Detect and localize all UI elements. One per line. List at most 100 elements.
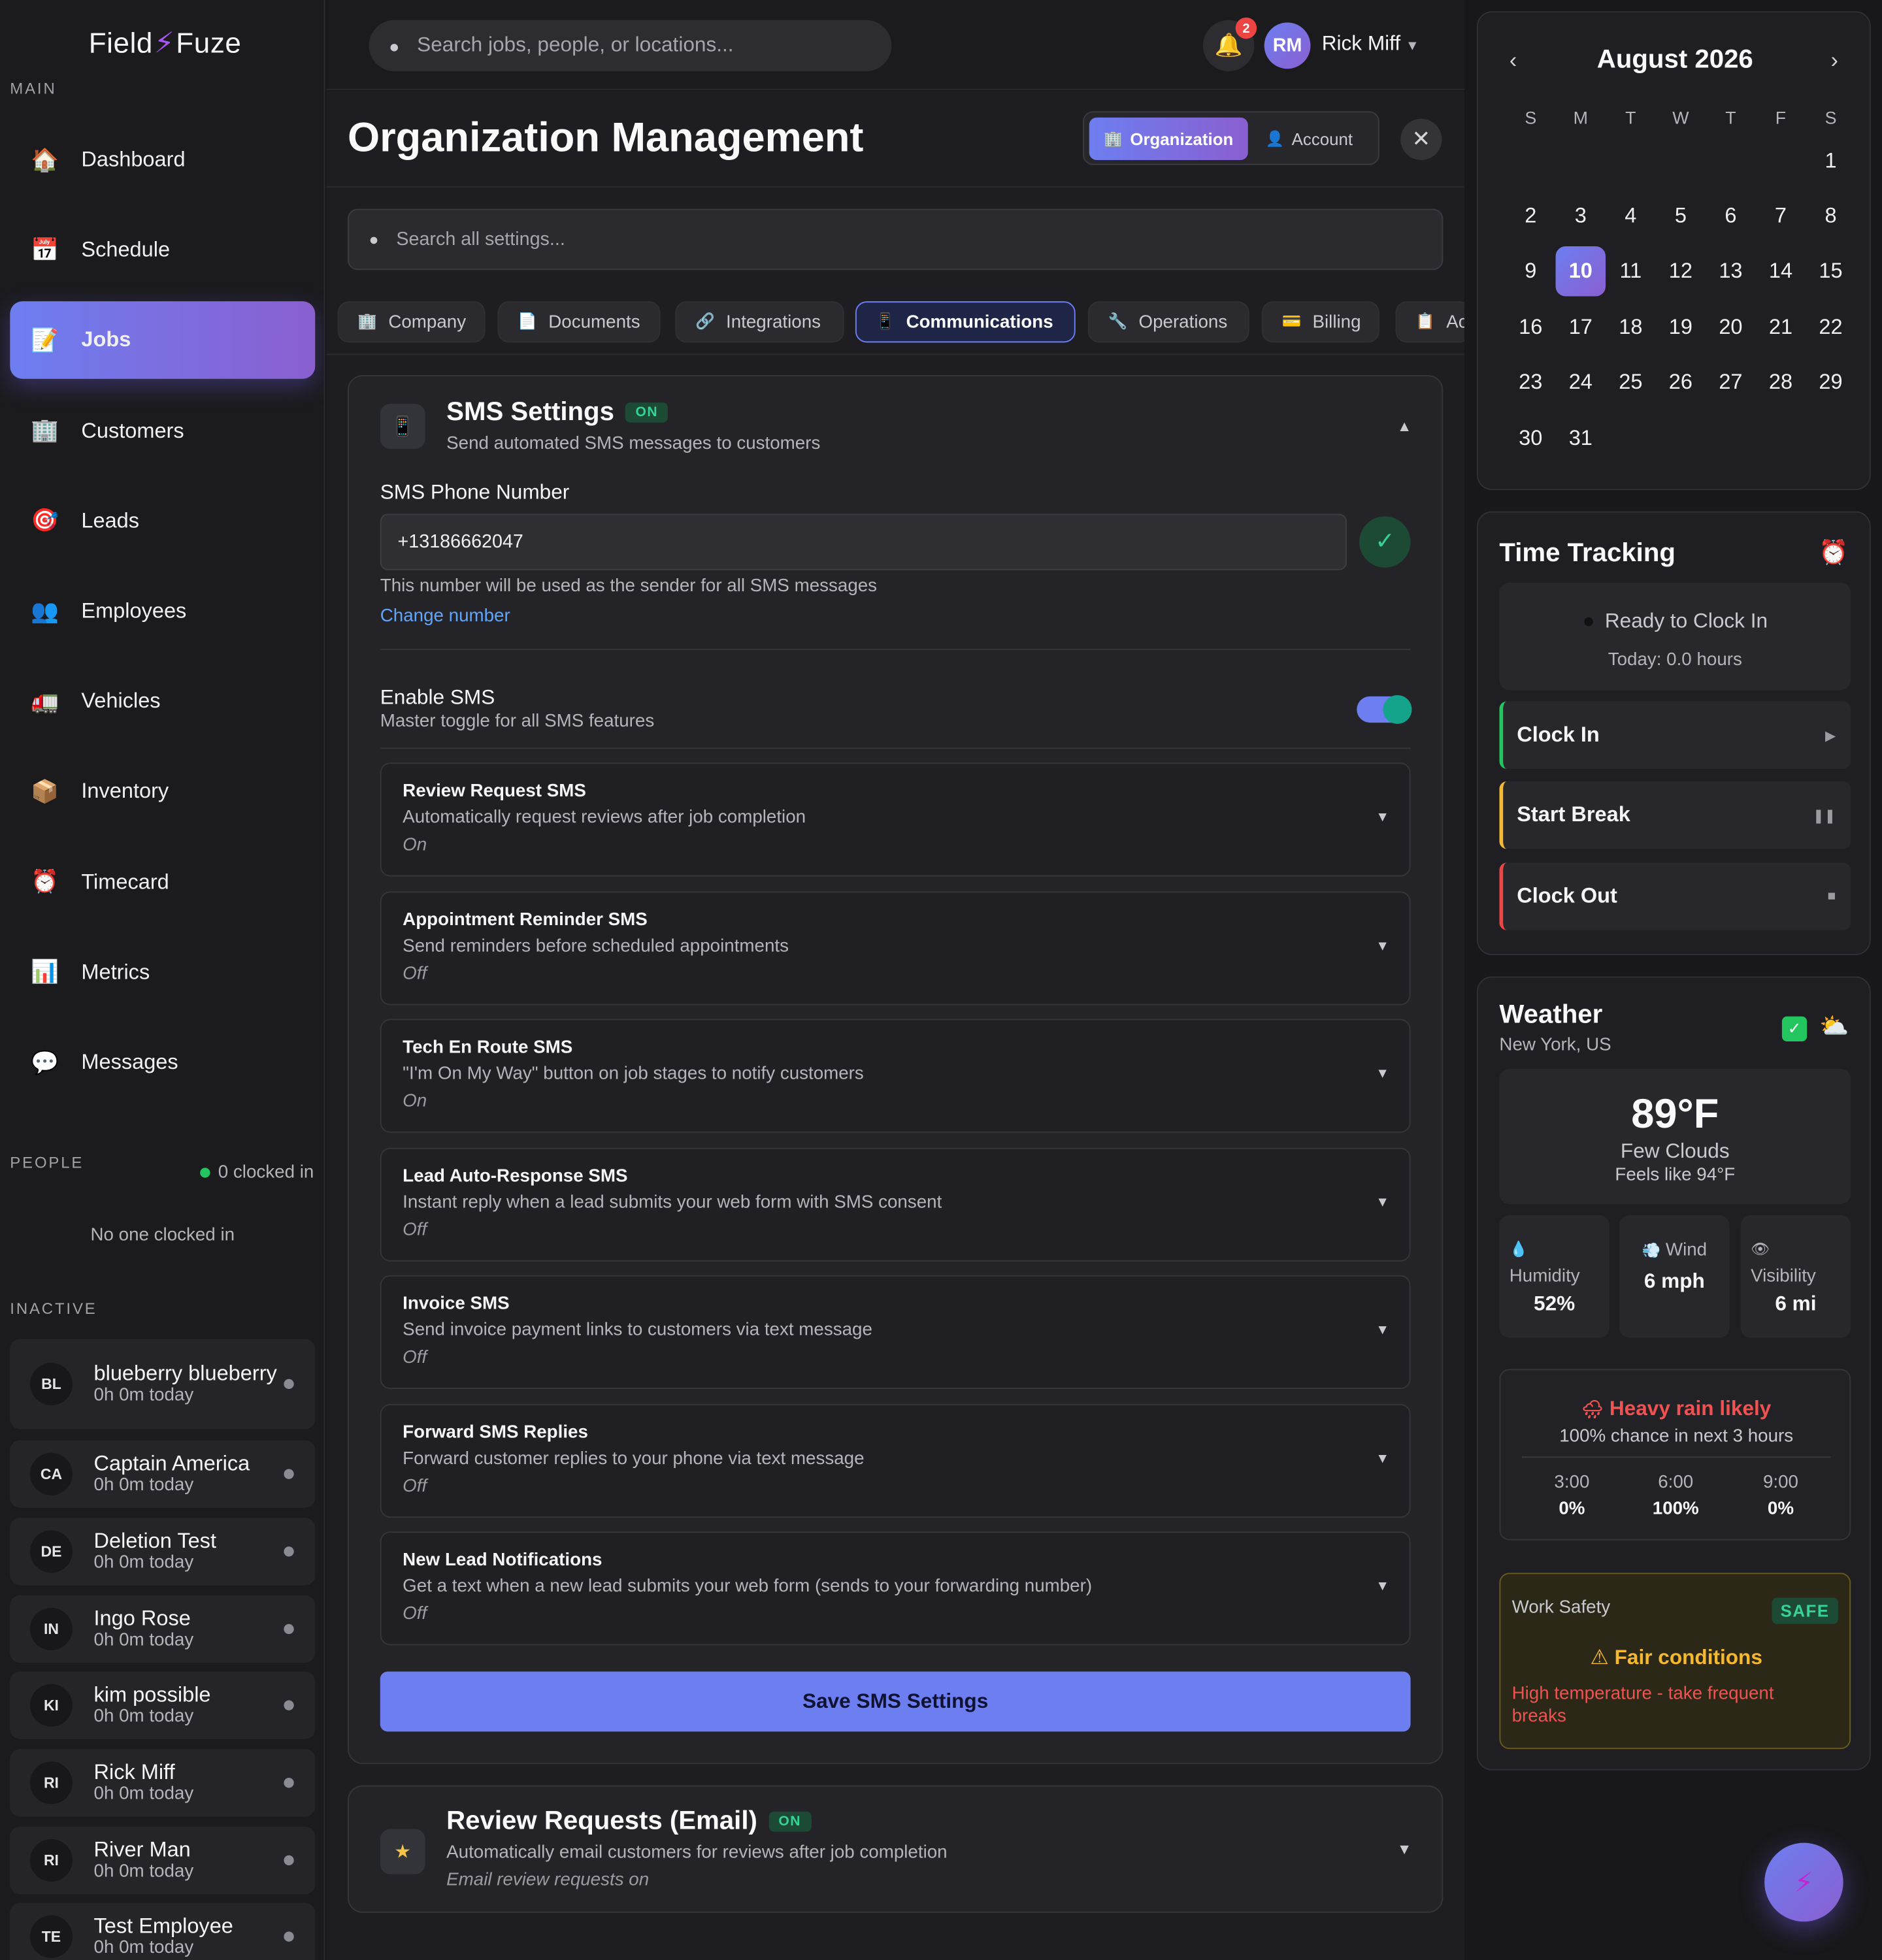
chevron-down-icon[interactable]: ▼ — [1376, 1579, 1389, 1594]
sms-feature-row[interactable]: Tech En Route SMS "I'm On My Way" button … — [380, 1019, 1411, 1133]
sms-feature-row[interactable]: Forward SMS Replies Forward customer repl… — [380, 1403, 1411, 1518]
calendar-day[interactable]: 18 — [1606, 302, 1656, 353]
sidebar-item-employees[interactable]: 👥 Employees — [10, 572, 315, 650]
chevron-down-icon[interactable]: ▼ — [1376, 1066, 1389, 1081]
calendar-day[interactable]: 23 — [1506, 357, 1556, 408]
sms-feature-row[interactable]: New Lead Notifications Get a text when a … — [380, 1531, 1411, 1646]
sidebar-item-vehicles[interactable]: 🚛 Vehicles — [10, 663, 315, 741]
sidebar-item-dashboard[interactable]: 🏠 Dashboard — [10, 122, 315, 199]
calendar-day[interactable]: 12 — [1656, 246, 1706, 297]
chevron-down-icon[interactable]: ▼ — [1376, 1323, 1389, 1338]
feature-description: Automatically request reviews after job … — [403, 808, 806, 828]
organization-mode-button[interactable]: 🏢 Organization — [1089, 117, 1248, 160]
clock-in-button[interactable]: Clock In ▶ — [1499, 701, 1851, 769]
calendar-day[interactable]: 29 — [1806, 357, 1856, 408]
calendar-day[interactable]: 3 — [1556, 191, 1606, 242]
sidebar-item-messages[interactable]: 💬 Messages — [10, 1024, 315, 1102]
sms-feature-row[interactable]: Lead Auto-Response SMS Instant reply when… — [380, 1147, 1411, 1261]
calendar-day[interactable]: 21 — [1756, 302, 1806, 353]
verified-check-button[interactable]: ✓ — [1359, 516, 1411, 568]
calendar-day[interactable]: 26 — [1656, 357, 1706, 408]
calendar-day[interactable]: 6 — [1706, 191, 1756, 242]
wrench-icon: 🔧 — [1108, 312, 1128, 331]
sidebar-item-timecard[interactable]: ⏰ Timecard — [10, 843, 315, 921]
sidebar-item-customers[interactable]: 🏢 Customers — [10, 392, 315, 470]
employee-card[interactable]: RI River Man 0h 0m today — [10, 1826, 316, 1895]
calendar-day[interactable]: 11 — [1606, 246, 1656, 297]
change-number-link[interactable]: Change number — [380, 606, 510, 627]
visibility-box: 👁 Visibility 6 mi — [1740, 1215, 1851, 1338]
tab-billing[interactable]: 💳 Billing — [1261, 301, 1379, 343]
calendar-day[interactable]: 4 — [1606, 191, 1656, 242]
calendar-day[interactable]: 31 — [1556, 414, 1606, 464]
review-requests-email-card[interactable]: ★ Review Requests (Email) ON Automaticall… — [347, 1785, 1444, 1913]
sidebar-item-label: Dashboard — [81, 147, 186, 172]
employee-card[interactable]: KI kim possible 0h 0m today — [10, 1671, 316, 1739]
calendar-day[interactable]: 8 — [1806, 191, 1856, 242]
start-break-button[interactable]: Start Break ❚❚ — [1499, 781, 1851, 849]
collapse-chevron-icon[interactable]: ▲ — [1397, 417, 1412, 435]
sms-feature-row[interactable]: Review Request SMS Automatically request … — [380, 762, 1411, 877]
next-month-button[interactable]: › — [1831, 48, 1838, 74]
phone-number-field[interactable]: +13186662047 — [380, 514, 1347, 570]
employee-card[interactable]: RI Rick Miff 0h 0m today — [10, 1749, 316, 1817]
account-mode-button[interactable]: 👤 Account — [1266, 118, 1376, 160]
calendar-day[interactable]: 20 — [1706, 302, 1756, 353]
tab-operations[interactable]: 🔧 Operations — [1087, 301, 1249, 343]
employee-card[interactable]: BL blueberry blueberry 0h 0m today — [10, 1339, 316, 1429]
calendar-day[interactable]: 25 — [1606, 357, 1656, 408]
calendar-day[interactable]: 30 — [1506, 414, 1556, 464]
save-sms-settings-button[interactable]: Save SMS Settings — [380, 1671, 1411, 1732]
chevron-down-icon[interactable]: ▼ — [1376, 810, 1389, 825]
close-button[interactable]: ✕ — [1400, 118, 1442, 160]
sidebar-item-schedule[interactable]: 📅 Schedule — [10, 212, 315, 289]
tab-communications[interactable]: 📱 Communications — [855, 301, 1076, 343]
calendar-day[interactable]: 28 — [1756, 357, 1806, 408]
chevron-down-icon[interactable]: ▼ — [1376, 1451, 1389, 1466]
sidebar-item-metrics[interactable]: 📊 Metrics — [10, 934, 315, 1011]
notifications-button[interactable]: 🔔 2 — [1202, 17, 1257, 72]
sidebar-item-jobs[interactable]: 📝 Jobs — [10, 301, 316, 380]
calendar-day[interactable]: 17 — [1556, 302, 1606, 353]
global-search-input[interactable]: ● Search jobs, people, or locations... — [369, 20, 892, 72]
chevron-down-icon[interactable]: ▼ — [1376, 1194, 1389, 1209]
tab-integrations[interactable]: 🔗 Integrations — [675, 301, 844, 343]
calendar-day[interactable]: 14 — [1756, 246, 1806, 297]
sms-feature-row[interactable]: Appointment Reminder SMS Send reminders b… — [380, 890, 1411, 1005]
quick-action-button[interactable]: ⚡ — [1764, 1842, 1843, 1922]
calendar-day[interactable]: 13 — [1706, 246, 1756, 297]
sidebar-item-leads[interactable]: 🎯 Leads — [10, 482, 315, 560]
calendar-day[interactable]: 19 — [1656, 302, 1706, 353]
clock-out-button[interactable]: Clock Out ■ — [1499, 862, 1851, 930]
calendar-day-today[interactable]: 10 — [1555, 246, 1606, 297]
calendar-day[interactable]: 16 — [1506, 302, 1556, 353]
tab-company[interactable]: 🏢 Company — [337, 301, 486, 343]
tab-documents[interactable]: 📄 Documents — [497, 301, 661, 343]
settings-search-input[interactable]: ● Search all settings... — [347, 208, 1444, 270]
brand-logo[interactable]: Field ⚡ Fuze — [85, 20, 245, 65]
calendar-day[interactable]: 24 — [1556, 357, 1606, 408]
tab-ac[interactable]: 📋 Ac — [1395, 301, 1464, 343]
calendar-day[interactable]: 7 — [1756, 191, 1806, 242]
calendar-day[interactable]: 9 — [1506, 246, 1556, 297]
user-avatar[interactable]: RM — [1264, 22, 1311, 69]
expand-chevron-icon[interactable]: ▼ — [1397, 1840, 1412, 1858]
calendar-day[interactable]: 22 — [1806, 302, 1856, 353]
calendar-month-title: August 2026 — [1596, 44, 1753, 74]
chevron-down-icon[interactable]: ▼ — [1376, 938, 1389, 953]
user-menu[interactable]: Rick Miff ▼ — [1322, 33, 1419, 56]
divider — [326, 186, 1464, 188]
employee-card[interactable]: TE Test Employee 0h 0m today — [10, 1903, 316, 1960]
calendar-day[interactable]: 27 — [1706, 357, 1756, 408]
sms-feature-row[interactable]: Invoice SMS Send invoice payment links to… — [380, 1275, 1411, 1390]
calendar-day[interactable]: 15 — [1806, 246, 1856, 297]
calendar-day[interactable]: 5 — [1656, 191, 1706, 242]
employee-card[interactable]: IN Ingo Rose 0h 0m today — [10, 1595, 316, 1663]
employee-card[interactable]: CA Captain America 0h 0m today — [10, 1440, 316, 1508]
enable-sms-toggle[interactable] — [1357, 694, 1412, 724]
calendar-day[interactable]: 2 — [1506, 191, 1556, 242]
forecast-precip: 0% — [1559, 1499, 1585, 1520]
sidebar-item-inventory[interactable]: 📦 Inventory — [10, 753, 315, 831]
employee-card[interactable]: DE Deletion Test 0h 0m today — [10, 1518, 316, 1586]
calendar-day[interactable]: 1 — [1806, 137, 1856, 187]
